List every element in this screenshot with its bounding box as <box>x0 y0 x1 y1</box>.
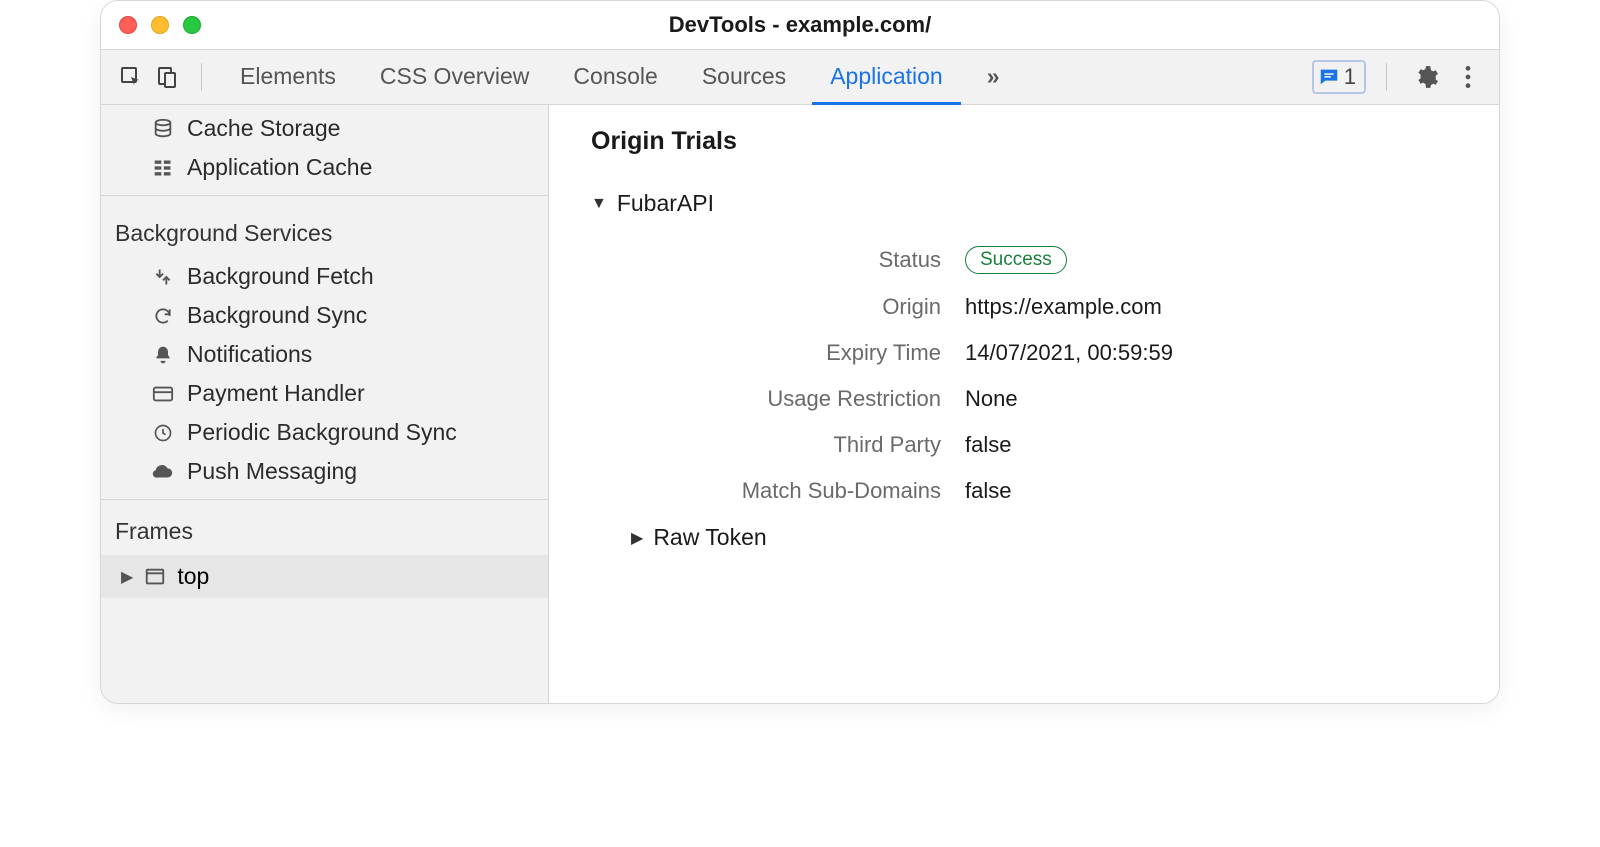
gear-icon <box>1413 64 1439 90</box>
value-match-sub: false <box>965 478 1011 504</box>
sidebar-label: Notifications <box>187 341 312 368</box>
toolbar-separator-2 <box>1386 63 1387 91</box>
status-badge: Success <box>965 246 1067 274</box>
more-options-button[interactable] <box>1453 58 1483 96</box>
api-name: FubarAPI <box>617 190 714 217</box>
main-toolbar: Elements CSS Overview Console Sources Ap… <box>101 49 1499 105</box>
grid-icon <box>151 156 175 180</box>
expand-arrow-icon: ▶ <box>631 528 643 548</box>
sidebar-item-background-fetch[interactable]: Background Fetch <box>101 257 548 296</box>
tree-node-raw-token[interactable]: ▶ Raw Token <box>631 524 1457 551</box>
expand-arrow-icon: ▶ <box>121 567 133 587</box>
sidebar-label: Cache Storage <box>187 115 340 142</box>
label-usage: Usage Restriction <box>701 386 941 412</box>
clock-icon <box>151 421 175 445</box>
more-tabs-button[interactable]: » <box>969 49 1018 106</box>
window-icon <box>143 565 167 589</box>
database-icon <box>151 117 175 141</box>
raw-token-label: Raw Token <box>653 524 766 551</box>
value-usage: None <box>965 386 1018 412</box>
window-title: DevTools - example.com/ <box>101 12 1499 38</box>
label-origin: Origin <box>701 294 941 320</box>
tab-application[interactable]: Application <box>812 49 961 106</box>
tab-css-overview[interactable]: CSS Overview <box>362 49 548 106</box>
sidebar-section-title-bg: Background Services <box>101 202 548 257</box>
sidebar-item-application-cache[interactable]: Application Cache <box>101 148 548 187</box>
section-heading: Origin Trials <box>591 127 1457 156</box>
collapse-arrow-icon: ▼ <box>591 195 607 213</box>
device-toggle-icon[interactable] <box>153 63 181 91</box>
sidebar-item-push-messaging[interactable]: Push Messaging <box>101 452 548 491</box>
tab-sources[interactable]: Sources <box>684 49 804 106</box>
sidebar-item-cache-storage[interactable]: Cache Storage <box>101 109 548 148</box>
value-third-party: false <box>965 432 1011 458</box>
value-origin: https://example.com <box>965 294 1162 320</box>
value-expiry: 14/07/2021, 00:59:59 <box>965 340 1173 366</box>
sidebar-label: top <box>177 563 209 590</box>
sidebar-item-frame-top[interactable]: ▶ top <box>101 555 548 598</box>
bell-icon <box>151 343 175 367</box>
sidebar-item-background-sync[interactable]: Background Sync <box>101 296 548 335</box>
issues-count: 1 <box>1344 64 1356 90</box>
body-area: Cache Storage Application Cache Backgrou… <box>101 105 1499 703</box>
tab-elements[interactable]: Elements <box>222 49 354 106</box>
settings-button[interactable] <box>1407 58 1445 96</box>
sidebar-label: Payment Handler <box>187 380 365 407</box>
label-status: Status <box>701 247 941 273</box>
label-match-sub: Match Sub-Domains <box>701 478 941 504</box>
sidebar-item-payment-handler[interactable]: Payment Handler <box>101 374 548 413</box>
sidebar-section-title-frames: Frames <box>101 500 548 555</box>
cloud-icon <box>151 460 175 484</box>
sidebar-item-periodic-sync[interactable]: Periodic Background Sync <box>101 413 548 452</box>
message-icon <box>1318 66 1340 88</box>
sidebar-label: Periodic Background Sync <box>187 419 457 446</box>
kebab-icon <box>1459 64 1477 90</box>
inspect-element-icon[interactable] <box>117 63 145 91</box>
titlebar: DevTools - example.com/ <box>101 1 1499 49</box>
toolbar-separator <box>201 63 202 91</box>
sidebar-label: Background Fetch <box>187 263 374 290</box>
sync-icon <box>151 304 175 328</box>
sidebar-label: Application Cache <box>187 154 372 181</box>
sidebar-label: Background Sync <box>187 302 367 329</box>
sidebar-item-notifications[interactable]: Notifications <box>101 335 548 374</box>
label-expiry: Expiry Time <box>701 340 941 366</box>
fetch-icon <box>151 265 175 289</box>
tree-node-api[interactable]: ▼ FubarAPI <box>591 190 1457 217</box>
sidebar-label: Push Messaging <box>187 458 357 485</box>
label-third-party: Third Party <box>701 432 941 458</box>
card-icon <box>151 382 175 406</box>
devtools-window: DevTools - example.com/ Elements CSS Ove… <box>100 0 1500 704</box>
main-content: Origin Trials ▼ FubarAPI Status Success … <box>549 105 1499 703</box>
issues-button[interactable]: 1 <box>1312 60 1366 94</box>
property-grid: Status Success Origin https://example.co… <box>701 245 1457 504</box>
sidebar: Cache Storage Application Cache Backgrou… <box>101 105 549 703</box>
tab-console[interactable]: Console <box>555 49 675 106</box>
